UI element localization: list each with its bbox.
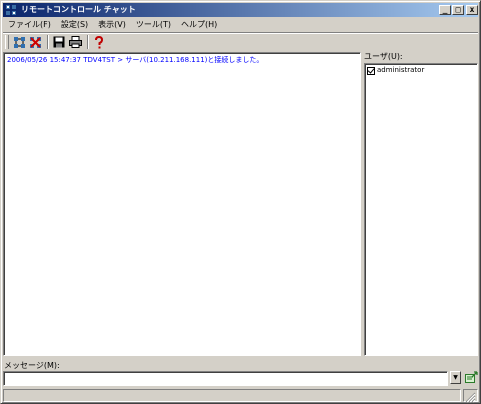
message-input[interactable] xyxy=(4,372,447,385)
menu-bar: ファイル(F) 設定(S) 表示(V) ツール(T) ヘルプ(H) xyxy=(3,18,478,32)
menu-view[interactable]: 表示(V) xyxy=(93,18,131,32)
chat-message: 2006/05/26 15:47:37 TDV4TST > サーバ(10.211… xyxy=(7,56,264,64)
menu-file[interactable]: ファイル(F) xyxy=(3,18,56,32)
chat-window: リモートコントロール チャット _ □ x ファイル(F) 設定(S) 表示(V… xyxy=(0,0,481,404)
menu-help[interactable]: ヘルプ(H) xyxy=(176,18,222,32)
menu-settings[interactable]: 設定(S) xyxy=(56,18,93,32)
status-pane xyxy=(3,389,461,402)
help-icon xyxy=(95,35,104,48)
toolbar-separator xyxy=(47,35,49,49)
connect-icon xyxy=(13,36,25,48)
window-title: リモートコントロール チャット xyxy=(21,5,136,14)
toolbar-separator xyxy=(87,35,89,49)
user-name: administrator xyxy=(377,66,425,74)
print-button[interactable] xyxy=(68,35,82,49)
send-button[interactable] xyxy=(463,370,478,385)
message-dropdown-button[interactable]: ▼ xyxy=(450,371,461,384)
app-icon xyxy=(6,5,16,15)
connect-button[interactable] xyxy=(12,35,26,49)
send-icon xyxy=(464,370,478,383)
users-list[interactable]: administrator xyxy=(364,63,478,356)
chat-log[interactable]: 2006/05/26 15:47:37 TDV4TST > サーバ(10.211… xyxy=(3,52,361,356)
message-input-box xyxy=(3,371,448,386)
toolbar xyxy=(3,34,478,50)
resize-grip-icon[interactable] xyxy=(465,392,476,403)
print-icon xyxy=(68,36,82,48)
user-checkbox[interactable] xyxy=(367,66,375,75)
user-item[interactable]: administrator xyxy=(367,66,424,75)
minimize-button[interactable]: _ xyxy=(439,5,451,15)
save-icon xyxy=(53,36,65,48)
status-bar xyxy=(3,389,478,402)
help-button[interactable] xyxy=(92,35,106,49)
disconnect-icon xyxy=(29,36,41,48)
save-button[interactable] xyxy=(52,35,66,49)
maximize-button[interactable]: □ xyxy=(452,5,464,15)
close-button[interactable]: x xyxy=(466,5,478,15)
message-label: メッセージ(M): xyxy=(4,361,60,370)
title-bar[interactable]: リモートコントロール チャット _ □ x xyxy=(3,3,478,17)
menu-tools[interactable]: ツール(T) xyxy=(131,18,176,32)
toolbar-grip[interactable] xyxy=(5,35,9,49)
users-label: ユーザ(U): xyxy=(364,52,403,61)
disconnect-button[interactable] xyxy=(28,35,42,49)
